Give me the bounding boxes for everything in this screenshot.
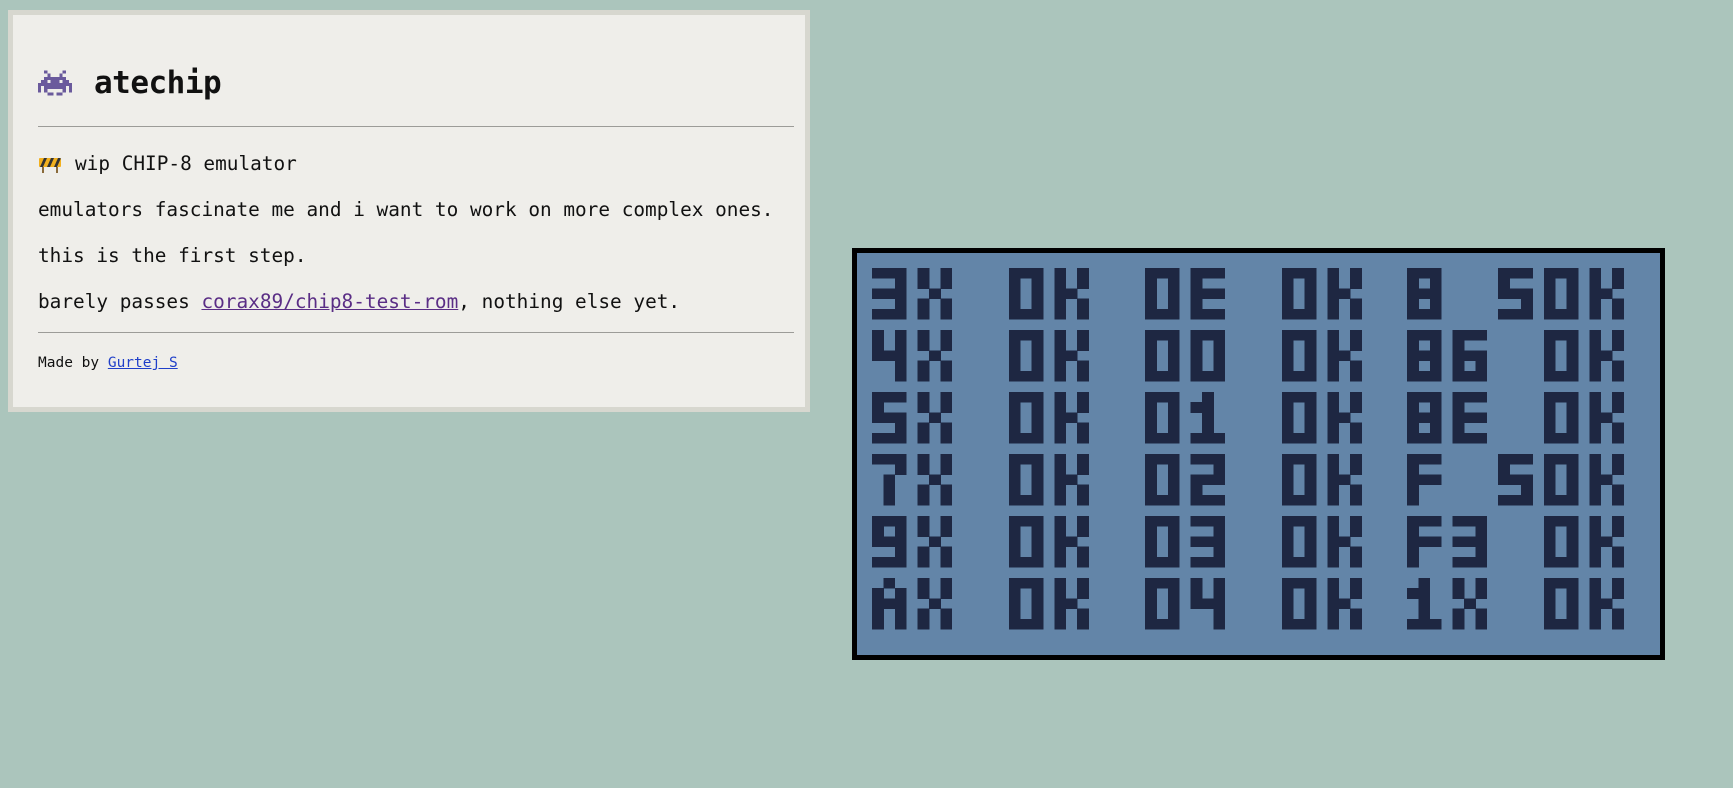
test-status-label <box>1281 578 1362 630</box>
chip8-display <box>872 268 1624 630</box>
test-opcode-label <box>1145 578 1226 630</box>
intro-paragraph: this is the first step. <box>38 244 307 267</box>
test-status-label <box>1008 392 1089 444</box>
test-opcode-label <box>872 516 953 568</box>
info-card: atechip wip CHIP-8 emulator emulators fa… <box>8 10 810 412</box>
test-opcode-label <box>872 268 953 320</box>
test-status-label <box>1281 454 1362 506</box>
test-status-label <box>1281 330 1362 382</box>
test-status-label <box>1543 516 1624 568</box>
intro-paragraph: emulators fascinate me and i want to wor… <box>38 198 774 221</box>
test-status-label <box>1543 330 1624 382</box>
test-opcode-label <box>1145 516 1226 568</box>
test-opcode-label <box>872 392 953 444</box>
headline-text: wip CHIP-8 emulator <box>75 152 297 175</box>
author-link[interactable]: Gurtej S <box>108 355 178 371</box>
paragraph-text: , nothing else yet. <box>458 290 681 313</box>
test-rom-link[interactable]: corax89/chip8-test-rom <box>201 290 458 313</box>
construction-barrier-icon <box>39 157 61 173</box>
test-opcode-label <box>1407 330 1488 382</box>
emulator-screen-frame <box>852 248 1665 660</box>
test-status-label <box>1543 268 1624 320</box>
test-status-label <box>1543 454 1624 506</box>
test-status-label <box>1008 330 1089 382</box>
test-status-label <box>1543 578 1624 630</box>
test-status-label <box>1543 392 1624 444</box>
test-opcode-label <box>1145 454 1226 506</box>
test-opcode-label <box>872 578 953 630</box>
test-status-label <box>1008 516 1089 568</box>
test-opcode-label <box>1407 454 1533 506</box>
divider <box>38 332 794 333</box>
emulator-screen[interactable] <box>857 253 1660 655</box>
test-opcode-label <box>1407 516 1488 568</box>
test-opcode-label <box>1145 392 1226 444</box>
test-opcode-label <box>1145 330 1226 382</box>
test-opcode-label <box>1145 268 1226 320</box>
test-opcode-label <box>872 454 953 506</box>
test-status-label <box>1008 454 1089 506</box>
test-opcode-label <box>1407 268 1533 320</box>
test-rom-paragraph: barely passes corax89/chip8-test-rom, no… <box>38 290 680 313</box>
test-status-label <box>1008 268 1089 320</box>
test-status-label <box>1281 268 1362 320</box>
test-status-label <box>1281 392 1362 444</box>
test-opcode-label <box>1407 392 1488 444</box>
test-status-label <box>1281 516 1362 568</box>
footer-text: Made by <box>38 355 108 371</box>
title-row: atechip <box>38 63 222 103</box>
footer: Made by Gurtej S <box>38 355 178 371</box>
test-opcode-label <box>872 330 953 382</box>
headline-row: wip CHIP-8 emulator <box>38 152 297 175</box>
test-status-label <box>1008 578 1089 630</box>
page-title: atechip <box>94 65 222 101</box>
test-opcode-label <box>1407 578 1488 630</box>
alien-monster-icon <box>38 70 72 96</box>
divider <box>38 126 794 127</box>
paragraph-text: barely passes <box>38 290 202 313</box>
